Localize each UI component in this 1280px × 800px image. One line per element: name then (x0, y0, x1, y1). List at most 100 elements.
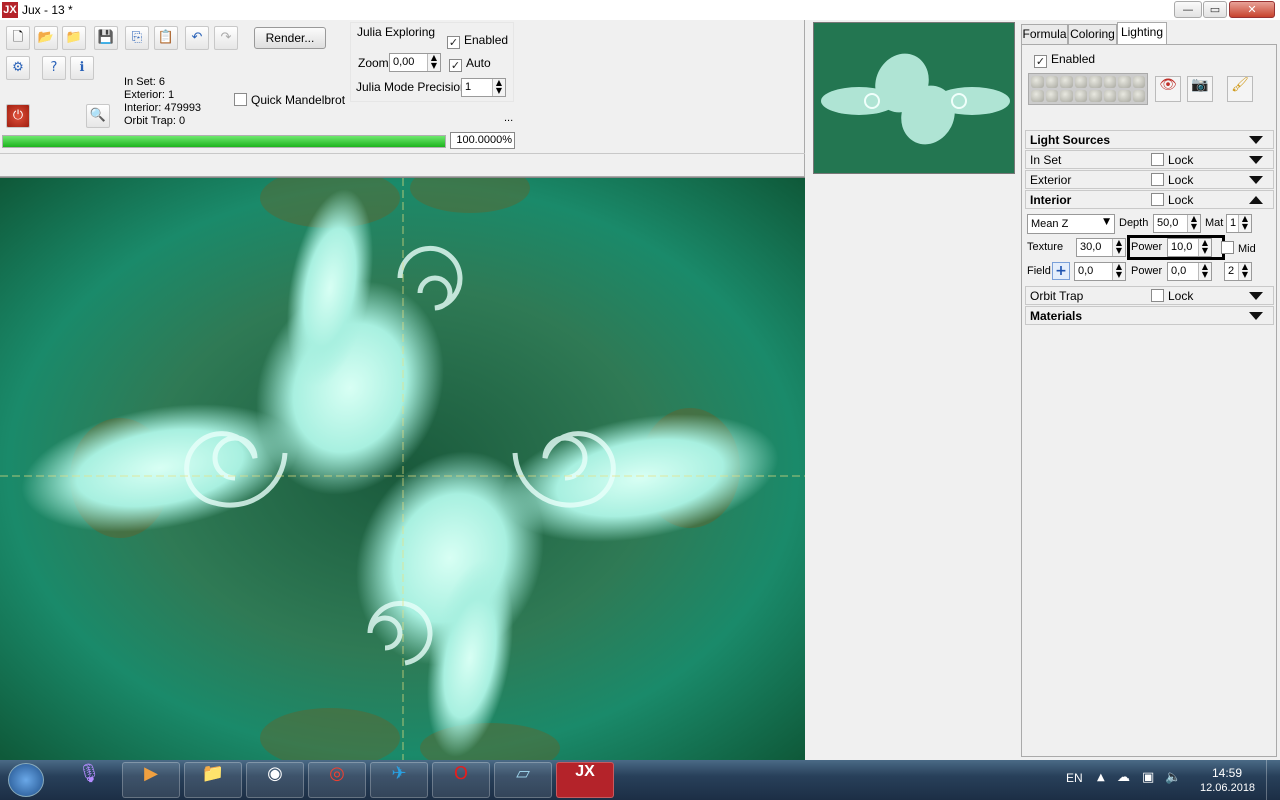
chevron-down-icon[interactable]: ▼ (1103, 217, 1110, 227)
tab-formula[interactable]: Formula (1021, 24, 1068, 44)
spin-arrows-icon[interactable]: ▲ ▼ (1198, 263, 1211, 280)
section-exterior[interactable]: Exterior Lock (1025, 170, 1274, 189)
spin-arrows-icon[interactable]: ▲ ▼ (1112, 263, 1125, 280)
jux-app-icon[interactable]: JX (556, 762, 614, 798)
zoom-spinner[interactable]: 0,00 ▲ ▼ (389, 53, 441, 72)
paste-icon[interactable]: 📋 (154, 26, 178, 50)
language-indicator[interactable]: EN (1066, 771, 1083, 785)
checkbox-box[interactable] (234, 93, 247, 106)
more-ellipsis[interactable]: ... (504, 112, 513, 124)
checkbox-checked[interactable]: ✓ (1034, 55, 1047, 68)
save-icon[interactable]: 💾 (94, 26, 118, 50)
spin-arrows-icon[interactable]: ▲ ▼ (492, 79, 505, 96)
interior-mode-select[interactable]: Mean Z ▼ (1027, 214, 1115, 234)
chevron-down-icon[interactable] (1249, 156, 1263, 164)
show-desktop-button[interactable] (1266, 760, 1280, 800)
maximize-button[interactable]: ▭ (1203, 1, 1227, 18)
minimize-button[interactable]: — (1174, 1, 1202, 18)
field-add-icon[interactable]: + (1052, 262, 1070, 280)
opera-icon[interactable]: O (432, 762, 490, 798)
spin-arrows-icon[interactable]: ▲ ▼ (1238, 215, 1251, 232)
checkbox-box[interactable] (1221, 241, 1234, 254)
lock-checkbox[interactable]: Lock (1151, 153, 1193, 167)
tray-app-icon[interactable]: ☁ (1117, 770, 1130, 785)
light-eye-icon[interactable]: 👁 (1155, 76, 1181, 102)
checkbox-box[interactable] (1151, 173, 1164, 186)
voice-assistant-icon[interactable]: 🎙 (60, 762, 118, 798)
depth-spinner[interactable]: 50,0 ▲ ▼ (1153, 214, 1201, 233)
chrome-icon[interactable]: ◎ (308, 762, 366, 798)
chevron-up-icon[interactable] (1249, 196, 1263, 204)
info-icon[interactable]: ℹ (70, 56, 94, 80)
network-icon[interactable]: ▣ (1142, 770, 1154, 785)
power-stop-icon[interactable]: ⏻ (6, 104, 30, 128)
power-value: 10,0 (1171, 241, 1193, 253)
clock-time[interactable]: 14:59 (1212, 766, 1242, 780)
redo-icon[interactable]: ↷ (214, 26, 238, 50)
start-orb-icon[interactable] (8, 763, 44, 797)
field-spinner[interactable]: 0,0 ▲ ▼ (1074, 262, 1126, 281)
interior-mode-value: Mean Z (1031, 218, 1069, 230)
spin-arrows-icon[interactable]: ▲ ▼ (1198, 239, 1211, 256)
mid-checkbox[interactable]: Mid (1221, 241, 1256, 255)
telegram-icon[interactable]: ✈ (370, 762, 428, 798)
fractal-canvas[interactable] (0, 177, 805, 760)
spin-arrows-icon[interactable]: ▲ ▼ (1112, 239, 1125, 256)
power2-spinner[interactable]: 0,0 ▲ ▼ (1167, 262, 1212, 281)
fractal-image[interactable] (0, 178, 805, 760)
checkbox-checked[interactable]: ✓ (449, 59, 462, 72)
spin-arrows-icon[interactable]: ▲ ▼ (1238, 263, 1251, 280)
lock-label: Lock (1168, 173, 1194, 187)
tab-lighting[interactable]: Lighting (1117, 22, 1167, 44)
tray-expand-icon[interactable]: ▲ (1097, 772, 1105, 783)
close-button[interactable]: ✕ (1229, 1, 1275, 18)
section-interior[interactable]: Interior Lock (1025, 190, 1274, 209)
quick-mandelbrot-checkbox[interactable]: Quick Mandelbrot (234, 93, 345, 107)
material-swatch-grid[interactable] (1028, 73, 1148, 105)
section-in-set[interactable]: In Set Lock (1025, 150, 1274, 169)
clock-date[interactable]: 12.06.2018 (1200, 782, 1255, 794)
help-icon[interactable]: ? (42, 56, 66, 80)
notepad-icon[interactable]: ▱ (494, 762, 552, 798)
checkbox-box[interactable] (1151, 193, 1164, 206)
undo-icon[interactable]: ↶ (185, 26, 209, 50)
lock-checkbox[interactable]: Lock (1151, 289, 1193, 303)
chevron-down-icon[interactable] (1249, 136, 1263, 144)
panda-app-icon[interactable]: ◉ (246, 762, 304, 798)
power-spinner[interactable]: 10,0 ▲ ▼ (1167, 238, 1212, 257)
chevron-down-icon[interactable] (1249, 312, 1263, 320)
copy-icon[interactable]: ⎘ (125, 26, 149, 50)
light-camera-icon[interactable]: 📷 (1187, 76, 1213, 102)
section-materials[interactable]: Materials (1025, 306, 1274, 325)
spin-arrows-icon[interactable]: ▲ ▼ (1187, 215, 1200, 232)
checkbox-box[interactable] (1151, 289, 1164, 302)
media-player-icon[interactable]: ▶ (122, 762, 180, 798)
lighting-enabled-checkbox[interactable]: ✓ Enabled (1034, 52, 1095, 68)
preview-thumbnail[interactable] (813, 22, 1015, 174)
new-file-icon[interactable]: 🗋 (6, 26, 30, 50)
light-brush-icon[interactable]: 🖌 (1227, 76, 1253, 102)
tab-coloring[interactable]: Coloring (1068, 24, 1117, 44)
julia-enabled-checkbox[interactable]: ✓ Enabled (447, 33, 508, 49)
open-folder-icon[interactable]: 📂 (34, 26, 58, 50)
open-recent-icon[interactable]: 📁 (62, 26, 86, 50)
last-spinner[interactable]: 2 ▲ ▼ (1224, 262, 1252, 281)
precision-spinner[interactable]: 1 ▲ ▼ (461, 78, 506, 97)
chevron-down-icon[interactable] (1249, 292, 1263, 300)
mat-spinner[interactable]: 1 ▲ ▼ (1226, 214, 1252, 233)
lock-checkbox[interactable]: Lock (1151, 193, 1193, 207)
section-orbit-trap[interactable]: Orbit Trap Lock (1025, 286, 1274, 305)
volume-icon[interactable]: 🔈 (1165, 770, 1181, 785)
zoom-magnifier-icon[interactable]: 🔍 (86, 104, 110, 128)
checkbox-checked[interactable]: ✓ (447, 36, 460, 49)
render-button[interactable]: Render... (254, 27, 326, 49)
spin-arrows-icon[interactable]: ▲ ▼ (427, 54, 440, 71)
file-explorer-icon[interactable]: 📁 (184, 762, 242, 798)
auto-checkbox[interactable]: ✓ Auto (449, 56, 491, 72)
chevron-down-icon[interactable] (1249, 176, 1263, 184)
checkbox-box[interactable] (1151, 153, 1164, 166)
settings-gear-icon[interactable]: ⚙ (6, 56, 30, 80)
lock-checkbox[interactable]: Lock (1151, 173, 1193, 187)
texture-spinner[interactable]: 30,0 ▲ ▼ (1076, 238, 1126, 257)
section-light-sources[interactable]: Light Sources (1025, 130, 1274, 149)
